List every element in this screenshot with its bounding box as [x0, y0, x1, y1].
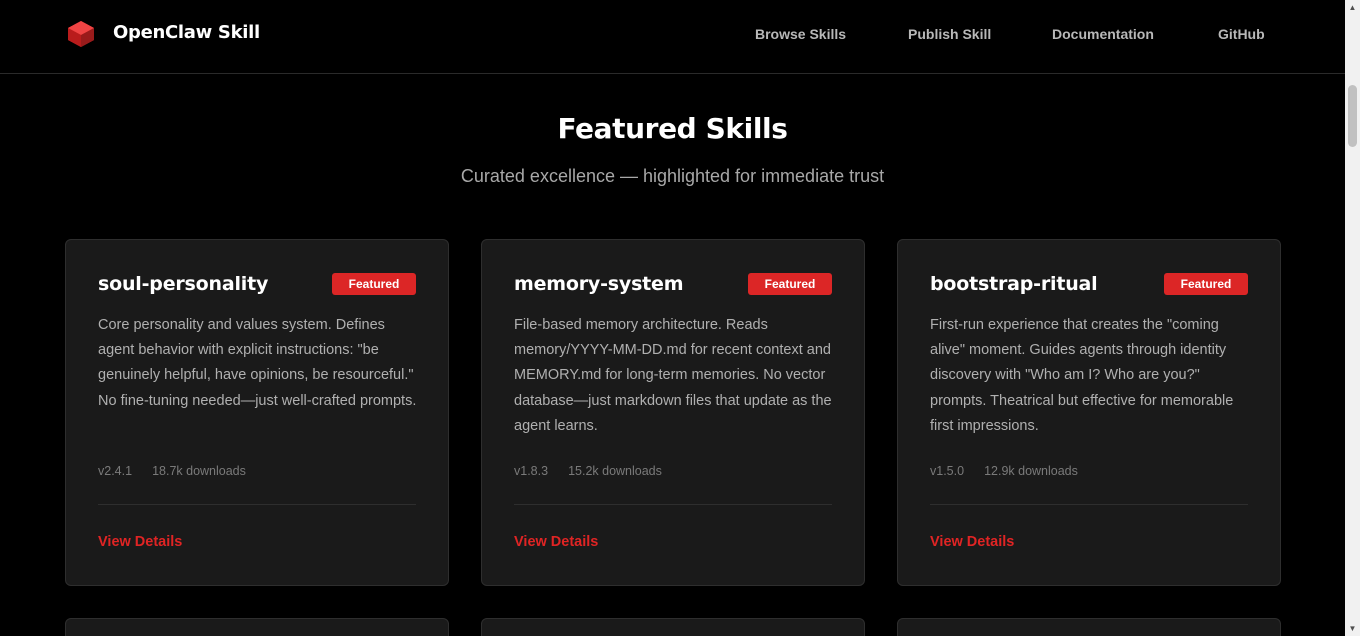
skill-card-partial	[897, 618, 1281, 636]
section-title: Featured Skills	[557, 112, 788, 145]
skill-description: First-run experience that creates the "c…	[930, 317, 1234, 434]
skill-description: File-based memory architecture. Reads me…	[514, 317, 832, 434]
card-divider	[514, 504, 832, 505]
nav-browse-skills[interactable]: Browse Skills	[755, 26, 846, 42]
skill-meta: v2.4.1 18.7k downloads	[98, 464, 246, 478]
nav-publish-skill[interactable]: Publish Skill	[908, 26, 991, 42]
page-scrollbar[interactable]: ▲ ▼	[1345, 0, 1360, 636]
skill-title[interactable]: memory-system	[514, 273, 684, 295]
card-divider	[930, 504, 1248, 505]
skill-title[interactable]: bootstrap-ritual	[930, 273, 1098, 295]
view-details-link[interactable]: View Details	[98, 534, 182, 550]
skill-card-partial	[481, 618, 865, 636]
featured-badge: Featured	[1164, 273, 1248, 295]
skill-meta: v1.5.0 12.9k downloads	[930, 464, 1078, 478]
skill-card: bootstrap-ritual Featured First-run expe…	[897, 239, 1281, 586]
skill-downloads: 18.7k downloads	[152, 464, 246, 478]
red-cube-logo-icon[interactable]	[66, 20, 96, 48]
card-divider	[98, 504, 416, 505]
scrollbar-thumb[interactable]	[1348, 85, 1357, 147]
skill-version: v1.5.0	[930, 464, 965, 478]
skill-downloads: 15.2k downloads	[568, 464, 662, 478]
skill-meta: v1.8.3 15.2k downloads	[514, 464, 662, 478]
view-details-link[interactable]: View Details	[930, 534, 1014, 550]
nav-documentation[interactable]: Documentation	[1052, 26, 1154, 42]
brand-name[interactable]: OpenClaw Skill	[113, 22, 260, 43]
scroll-up-arrow-icon[interactable]: ▲	[1345, 0, 1360, 15]
featured-badge: Featured	[332, 273, 416, 295]
section-subtitle: Curated excellence — highlighted for imm…	[460, 166, 885, 186]
skill-card-partial	[65, 618, 449, 636]
skill-title[interactable]: soul-personality	[98, 273, 268, 295]
nav-github[interactable]: GitHub	[1218, 26, 1265, 42]
skill-version: v1.8.3	[514, 464, 549, 478]
skill-card: soul-personality Featured Core personali…	[65, 239, 449, 586]
skill-card: memory-system Featured File-based memory…	[481, 239, 865, 586]
skill-version: v2.4.1	[98, 464, 133, 478]
site-header: OpenClaw Skill Browse Skills Publish Ski…	[0, 0, 1345, 74]
view-details-link[interactable]: View Details	[514, 534, 598, 550]
scroll-down-arrow-icon[interactable]: ▼	[1345, 621, 1360, 636]
skill-downloads: 12.9k downloads	[984, 464, 1078, 478]
skill-description: Core personality and values system. Defi…	[98, 317, 417, 409]
featured-badge: Featured	[748, 273, 832, 295]
